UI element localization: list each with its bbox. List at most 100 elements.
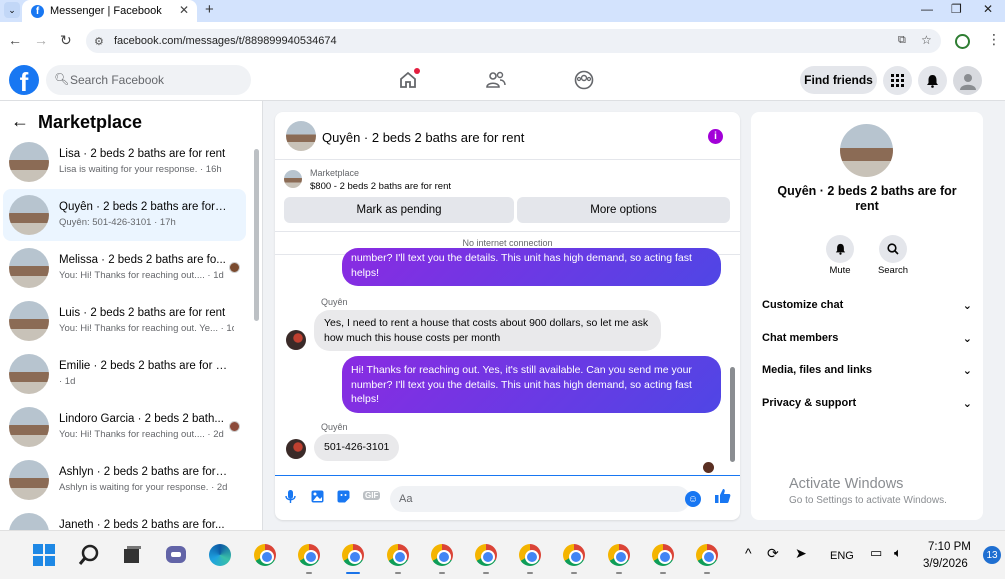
browser-menu-icon[interactable]: ⋮ [987,31,1001,48]
facebook-logo-icon[interactable]: f [9,65,39,95]
windows-taskbar: ^ ⟳ ➤ ENG ▭ 🔈︎ 7:10 PM 3/9/2026 13 [0,530,1005,579]
listing-thumbnail[interactable] [840,124,893,177]
account-avatar[interactable] [953,66,982,95]
conversation-item[interactable]: Janeth · 2 beds 2 baths are for... [3,507,246,530]
edge-browser-icon[interactable] [209,544,231,566]
chrome-profile-icon[interactable] [696,544,718,566]
taskbar-search-icon[interactable] [78,544,100,566]
running-indicator [439,572,445,574]
outgoing-message[interactable]: number? I'll text you the details. This … [342,248,721,286]
message-input[interactable]: Aa [390,486,690,512]
new-tab-icon[interactable]: + [205,1,214,18]
minimize-icon[interactable]: — [921,2,933,16]
reload-icon[interactable]: ↻ [60,32,72,49]
bookmark-star-icon[interactable]: ☆ [921,33,932,47]
sender-avatar[interactable] [286,330,306,350]
gif-icon[interactable]: GIF [363,491,381,500]
conversation-item[interactable]: Lisa · 2 beds 2 baths are for rent Lisa … [3,136,246,188]
scrollbar-thumb[interactable] [254,149,259,321]
task-view-icon[interactable] [121,544,143,566]
back-arrow-icon[interactable]: ← [11,111,29,132]
mark-as-pending-button[interactable]: Mark as pending [284,197,514,223]
conversation-title: Janeth · 2 beds 2 baths are for... [59,519,225,530]
chat-members-section[interactable]: Chat members ⌄ [762,328,972,348]
forward-icon[interactable]: → [34,32,48,48]
tab-search-icon[interactable]: ⌄ [4,2,20,18]
menu-grid-icon[interactable] [883,66,912,95]
clock-date[interactable]: 3/9/2026 [923,558,968,570]
back-icon[interactable]: ← [8,32,22,48]
more-options-button[interactable]: More options [517,197,730,223]
facebook-favicon-icon: f [31,4,44,18]
home-icon[interactable] [396,68,420,92]
language-indicator[interactable]: ENG [830,550,854,562]
restore-icon[interactable]: ❐ [951,2,962,16]
thumbs-up-icon[interactable] [715,488,731,508]
conversation-item[interactable]: Melissa · 2 beds 2 baths are fo... You: … [3,242,246,294]
location-arrow-icon[interactable]: ➤ [795,545,807,562]
microphone-icon[interactable] [285,490,296,507]
chrome-profile-icon[interactable] [563,544,585,566]
notifications-bell-icon[interactable] [918,66,947,95]
customize-chat-section[interactable]: Customize chat ⌄ [762,295,972,315]
tab-close-icon[interactable]: ✕ [179,3,189,17]
conversation-item[interactable]: Luis · 2 beds 2 baths are for rent You: … [3,295,246,347]
chrome-icon[interactable] [254,544,276,566]
listing-thumbnail [284,170,302,188]
chat-panel: Quyên · 2 beds 2 baths are for rent i Ma… [275,112,740,520]
mute-bell-icon[interactable] [826,235,854,263]
chrome-profile-icon[interactable] [387,544,409,566]
chrome-profile-icon[interactable] [652,544,674,566]
search-label: Search [877,265,909,276]
seen-avatar [229,421,240,432]
profile-icon[interactable] [955,34,970,49]
conversation-item[interactable]: Ashlyn · 2 beds 2 baths are for r... Ash… [3,454,246,506]
chat-title[interactable]: Quyên · 2 beds 2 baths are for rent [322,130,524,145]
photo-icon[interactable] [311,490,324,506]
browser-tab[interactable]: f Messenger | Facebook ✕ [22,0,197,22]
chrome-profile-icon[interactable] [608,544,630,566]
incoming-message[interactable]: 501-426-3101 [314,434,400,461]
chrome-profile-icon[interactable] [298,544,320,566]
chrome-profile-icon[interactable] [519,544,541,566]
incoming-message[interactable]: Yes, I need to rent a house that costs a… [314,310,661,351]
network-icon[interactable]: ▭ [870,545,882,561]
search-in-chat-icon[interactable] [879,235,907,263]
groups-icon[interactable] [572,68,596,92]
windows-start-icon[interactable] [33,544,55,566]
listing-thumbnail[interactable] [286,121,316,151]
sticker-icon[interactable] [337,490,350,506]
window-close-icon[interactable]: ✕ [983,2,993,16]
running-indicator [660,572,666,574]
notification-count-badge[interactable]: 13 [983,546,1001,564]
chevron-up-icon[interactable]: ^ [745,545,752,561]
url-field[interactable]: ⚙ facebook.com/messages/t/88989994053467… [86,29,941,53]
find-friends-button[interactable]: Find friends [800,66,877,94]
emoji-icon[interactable]: ☺ [685,491,701,507]
site-info-icon[interactable]: ⚙ [94,35,104,48]
facebook-search-input[interactable]: 🔍︎ Search Facebook [46,65,251,95]
clock-time[interactable]: 7:10 PM [928,541,971,553]
conversation-info-icon[interactable]: i [708,129,723,144]
conversation-item[interactable]: Lindoro Garcia · 2 beds 2 bath... You: H… [3,401,246,453]
install-app-icon[interactable]: ⧉ [898,34,906,47]
chrome-profile-icon[interactable] [475,544,497,566]
teams-chat-icon[interactable] [165,544,187,566]
media-files-links-section[interactable]: Media, files and links ⌄ [762,360,972,380]
search-placeholder: Search Facebook [70,73,165,87]
scrollbar-thumb[interactable] [730,367,735,462]
privacy-support-section[interactable]: Privacy & support ⌄ [762,393,972,413]
outgoing-message[interactable]: Hi! Thanks for reaching out. Yes, it's s… [342,356,721,413]
running-indicator [483,572,489,574]
conversation-item[interactable]: Emilie · 2 beds 2 baths are for rent · 1… [3,348,246,400]
section-label: Customize chat [762,299,844,311]
chrome-profile-icon[interactable] [431,544,453,566]
volume-icon[interactable]: 🔈︎ [894,545,902,561]
conversation-item-active[interactable]: Quyên · 2 beds 2 baths are for r... Quyê… [3,189,246,241]
chrome-active-icon[interactable] [342,544,364,566]
sync-icon[interactable]: ⟳ [767,545,779,562]
listing-price[interactable]: $800 - 2 beds 2 baths are for rent [310,181,451,192]
sender-avatar[interactable] [286,439,306,459]
conversation-preview: Lisa is waiting for your response. · 16h [59,164,222,175]
friends-icon[interactable] [484,68,508,92]
